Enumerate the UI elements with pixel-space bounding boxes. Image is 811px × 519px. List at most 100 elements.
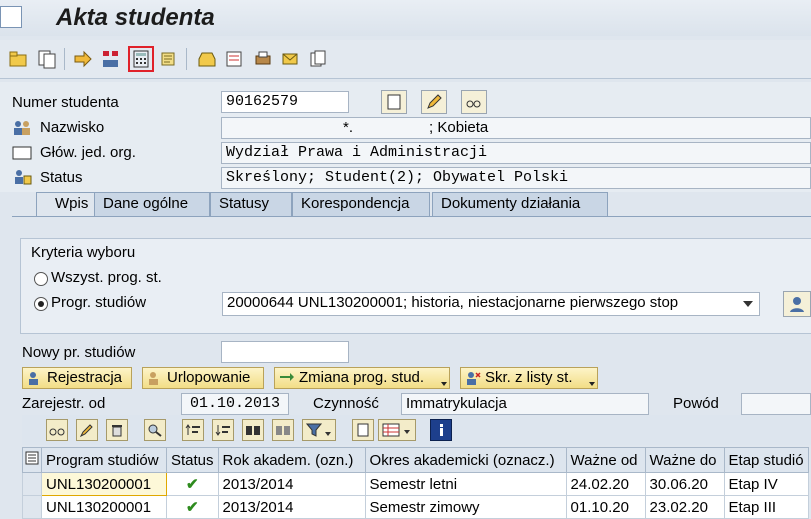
sort-ascending-icon[interactable] [182, 419, 204, 441]
status-label: Status [40, 169, 83, 186]
window-title: Akta studenta [56, 4, 215, 31]
copy-document-icon[interactable] [36, 48, 58, 70]
change-program-button[interactable]: Zmiana prog. stud. [274, 367, 450, 389]
surname-label: Nazwisko [40, 119, 105, 136]
valid-to-cell: 23.02.20 [644, 495, 725, 519]
new-program-field[interactable] [221, 341, 349, 363]
system-menu-button[interactable] [0, 6, 22, 28]
layout-icon[interactable] [378, 419, 416, 441]
folder-open-icon[interactable] [8, 48, 30, 70]
activity-label: Czynność [313, 395, 379, 412]
documents-stack-icon[interactable] [308, 48, 330, 70]
dropdown-arrow-icon [589, 382, 595, 386]
display-change-button[interactable] [461, 90, 487, 114]
tab-korespondencja[interactable]: Korespondencja [292, 192, 430, 216]
program-grid: Program studiów Status Rok akadem. (ozn.… [22, 447, 809, 519]
leave-label: Urlopowanie [167, 369, 251, 386]
student-number-field[interactable]: 90162579 [221, 91, 349, 113]
remove-from-list-label: Skr. z listy st. [485, 369, 573, 386]
leave-button[interactable]: Urlopowanie [142, 367, 264, 389]
sort-descending-icon[interactable] [212, 419, 234, 441]
find-icon[interactable] [144, 419, 166, 441]
info-icon[interactable] [430, 419, 452, 441]
surname-field: *. ; Kobieta [221, 117, 811, 139]
reason-label: Powód [673, 395, 719, 412]
period-cell: Semestr zimowy [364, 495, 567, 519]
document-icon [387, 94, 401, 110]
grid-toolbar [22, 415, 811, 445]
valid-from-cell: 01.10.20 [565, 495, 646, 519]
change-program-icon [279, 371, 295, 385]
chevron-down-icon [743, 301, 753, 307]
student-number-label: Numer studenta [12, 94, 119, 111]
select-all-icon[interactable] [22, 447, 42, 473]
register-icon [27, 371, 43, 385]
col-period[interactable]: Okres akademicki (oznacz.) [364, 447, 567, 473]
person-search-button[interactable] [783, 291, 811, 317]
print-icon[interactable] [252, 48, 274, 70]
person-search-icon [790, 297, 804, 312]
binoculars-icon[interactable] [242, 419, 264, 441]
dropdown-arrow-icon [441, 382, 447, 386]
col-status[interactable]: Status [166, 447, 219, 473]
filter-icon[interactable] [302, 419, 336, 441]
valid-to-cell: 30.06.20 [644, 472, 725, 496]
glasses-pencil-icon [466, 100, 481, 108]
program-cell[interactable]: UNL130200001 [41, 472, 167, 496]
col-program[interactable]: Program studiów [41, 447, 167, 473]
year-cell: 2013/2014 [217, 472, 366, 496]
mail-icon[interactable] [280, 48, 302, 70]
edit-button[interactable] [421, 90, 447, 114]
status-field: Skreślony; Student(2); Obywatel Polski [221, 167, 811, 189]
valid-from-cell: 24.02.20 [565, 472, 646, 496]
registered-from-field: 01.10.2013 [181, 393, 289, 415]
tab-wpis[interactable]: Wpis [36, 192, 100, 216]
gender-value: ; Kobieta [429, 119, 489, 136]
structure-icon[interactable] [100, 48, 122, 70]
col-valid-from[interactable]: Ważne od [565, 447, 646, 473]
row-selector[interactable] [22, 472, 42, 496]
application-toolbar [0, 40, 811, 79]
people-icon [12, 119, 34, 141]
col-year[interactable]: Rok akadem. (ozn.) [217, 447, 366, 473]
criteria-title: Kryteria wyboru [31, 244, 136, 261]
trash-icon[interactable] [106, 419, 128, 441]
tab-dokumenty-dzialania[interactable]: Dokumenty działania [432, 192, 608, 216]
period-cell: Semestr letni [364, 472, 567, 496]
display-document-button[interactable] [381, 90, 407, 114]
radio-all-label: Wszyst. prog. st. [51, 269, 162, 286]
status-person-icon [12, 168, 34, 190]
pencil-icon[interactable] [76, 419, 98, 441]
register-button[interactable]: Rejestracja [22, 367, 132, 389]
col-valid-to[interactable]: Ważne do [644, 447, 725, 473]
tab-dane-ogolne[interactable]: Dane ogólne [94, 192, 210, 216]
print-preview-icon[interactable] [352, 419, 374, 441]
inbox-tray-icon[interactable] [196, 48, 218, 70]
status-check-icon: ✔ [166, 495, 219, 519]
edit-list-icon[interactable] [224, 48, 246, 70]
scroll-document-icon[interactable] [158, 48, 180, 70]
navigate-arrow-icon[interactable] [72, 48, 94, 70]
find-next-icon[interactable] [272, 419, 294, 441]
col-stage[interactable]: Etap studió [723, 447, 809, 473]
org-unit-field: Wydział Prawa i Administracji [221, 142, 811, 164]
year-cell: 2013/2014 [217, 495, 366, 519]
table-row[interactable]: UNL130200001 ✔ 2013/2014 Semestr zimowy … [22, 495, 809, 519]
radio-all-programs[interactable] [34, 272, 48, 286]
new-program-label: Nowy pr. studiów [22, 344, 136, 361]
surname-value: *. [343, 119, 354, 136]
reason-field [741, 393, 811, 415]
remove-from-list-button[interactable]: Skr. z listy st. [460, 367, 598, 389]
radio-program[interactable] [34, 297, 48, 311]
registered-from-label: Zarejestr. od [22, 395, 106, 412]
table-row[interactable]: UNL130200001 ✔ 2013/2014 Semestr letni 2… [22, 472, 809, 496]
student-header-panel: Numer studenta 90162579 Nazwisko *. ; Kob… [0, 82, 811, 192]
status-check-icon: ✔ [166, 472, 219, 496]
pencil-icon [427, 94, 442, 109]
program-cell[interactable]: UNL130200001 [41, 495, 167, 519]
details-icon[interactable] [46, 419, 68, 441]
tab-statusy[interactable]: Statusy [210, 192, 292, 216]
row-selector[interactable] [22, 495, 42, 519]
program-select[interactable]: 20000644 UNL130200001; historia, niestac… [222, 292, 760, 316]
calculator-icon[interactable] [128, 46, 154, 72]
